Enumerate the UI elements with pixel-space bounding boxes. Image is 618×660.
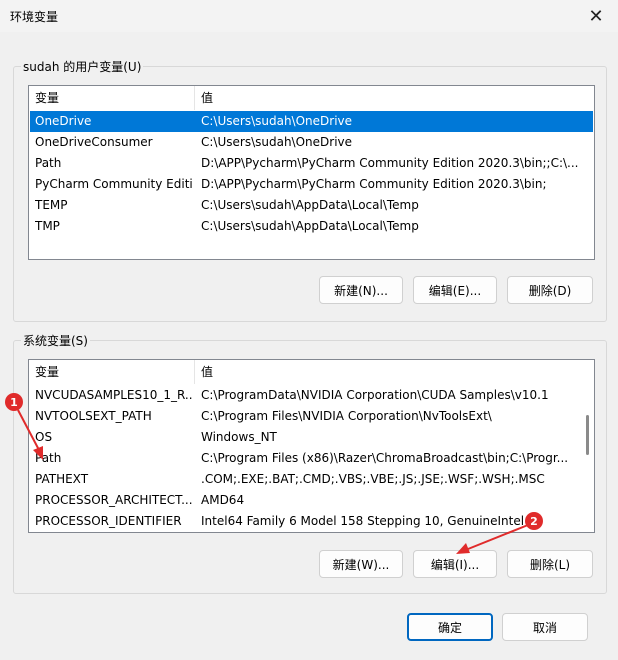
table-row[interactable]: PyCharm Community Editi... D:\APP\Pychar… <box>30 174 593 195</box>
var-name: TEMP <box>35 198 68 212</box>
var-value: C:\Users\sudah\AppData\Local\Temp <box>201 219 419 233</box>
user-edit-button[interactable]: 编辑(E)... <box>413 276 497 304</box>
system-delete-button[interactable]: 删除(L) <box>507 550 593 578</box>
vertical-scrollbar[interactable] <box>581 385 594 532</box>
system-new-button[interactable]: 新建(W)... <box>319 550 403 578</box>
var-value: D:\APP\Pycharm\PyCharm Community Edition… <box>201 156 579 170</box>
var-value: C:\Users\sudah\OneDrive <box>201 135 353 149</box>
table-row[interactable]: Path C:\Program Files (x86)\Razer\Chroma… <box>30 448 593 469</box>
column-header-variable[interactable]: 变量 <box>29 360 195 384</box>
title-bar: 环境变量 ✕ <box>0 0 618 32</box>
column-header-value[interactable]: 值 <box>195 86 594 110</box>
var-name: PROCESSOR_ARCHITECT... <box>35 493 193 507</box>
var-name: PATHEXT <box>35 472 89 486</box>
var-name: PyCharm Community Editi... <box>35 177 193 191</box>
cancel-button[interactable]: 取消 <box>502 613 588 641</box>
var-value: AMD64 <box>201 493 245 507</box>
var-value: C:\Users\sudah\AppData\Local\Temp <box>201 198 419 212</box>
var-value: C:\Program Files (x86)\Razer\ChromaBroad… <box>201 451 569 465</box>
table-row[interactable]: PATHEXT .COM;.EXE;.BAT;.CMD;.VBS;.VBE;.J… <box>30 469 593 490</box>
var-name: PROCESSOR_IDENTIFIER <box>35 514 182 528</box>
user-vars-label: sudah 的用户变量(U) <box>21 58 144 75</box>
ok-button[interactable]: 确定 <box>407 613 493 641</box>
user-new-button[interactable]: 新建(N)... <box>319 276 403 304</box>
table-row[interactable]: OS Windows_NT <box>30 427 593 448</box>
var-value: C:\Users\sudah\OneDrive <box>201 114 353 128</box>
system-edit-button[interactable]: 编辑(I)... <box>413 550 497 578</box>
var-name: NVTOOLSEXT_PATH <box>35 409 152 423</box>
var-name: OS <box>35 430 53 444</box>
annotation-badge-1: 1 <box>5 393 23 411</box>
table-row[interactable]: OneDriveConsumer C:\Users\sudah\OneDrive <box>30 132 593 153</box>
table-row[interactable]: NVCUDASAMPLES10_1_R... C:\ProgramData\NV… <box>30 385 593 406</box>
user-delete-button[interactable]: 删除(D) <box>507 276 593 304</box>
annotation-badge-2: 2 <box>525 512 543 530</box>
table-row[interactable]: TMP C:\Users\sudah\AppData\Local\Temp <box>30 216 593 237</box>
var-value: C:\Program Files\NVIDIA Corporation\NvTo… <box>201 409 492 423</box>
var-name: OneDriveConsumer <box>35 135 153 149</box>
table-row[interactable]: TEMP C:\Users\sudah\AppData\Local\Temp <box>30 195 593 216</box>
user-vars-header: 变量 值 <box>29 86 594 110</box>
var-name: OneDrive <box>35 114 92 128</box>
var-value: D:\APP\Pycharm\PyCharm Community Edition… <box>201 177 547 191</box>
column-header-value[interactable]: 值 <box>195 360 594 384</box>
var-value: Windows_NT <box>201 430 277 444</box>
system-vars-list[interactable]: 变量 值 NVCUDASAMPLES10_1_R... C:\ProgramDa… <box>28 359 595 533</box>
var-name: Path <box>35 156 62 170</box>
table-row[interactable]: PROCESSOR_ARCHITECT... AMD64 <box>30 490 593 511</box>
system-vars-label: 系统变量(S) <box>21 332 90 349</box>
var-name: TMP <box>35 219 60 233</box>
table-row[interactable]: NVTOOLSEXT_PATH C:\Program Files\NVIDIA … <box>30 406 593 427</box>
user-vars-list[interactable]: 变量 值 OneDrive C:\Users\sudah\OneDrive On… <box>28 85 595 260</box>
var-value: C:\ProgramData\NVIDIA Corporation\CUDA S… <box>201 388 549 402</box>
table-row[interactable]: Path D:\APP\Pycharm\PyCharm Community Ed… <box>30 153 593 174</box>
column-header-variable[interactable]: 变量 <box>29 86 195 110</box>
table-row[interactable]: OneDrive C:\Users\sudah\OneDrive <box>30 111 593 132</box>
var-value: .COM;.EXE;.BAT;.CMD;.VBS;.VBE;.JS;.JSE;.… <box>201 472 545 486</box>
var-name: Path <box>35 451 62 465</box>
scrollbar-thumb[interactable] <box>586 415 589 455</box>
close-icon[interactable]: ✕ <box>574 0 618 32</box>
window-title: 环境变量 <box>10 10 59 24</box>
var-name: NVCUDASAMPLES10_1_R... <box>35 388 193 402</box>
system-vars-header: 变量 值 <box>29 360 594 384</box>
table-row[interactable]: PROCESSOR_IDENTIFIER Intel64 Family 6 Mo… <box>30 511 593 532</box>
